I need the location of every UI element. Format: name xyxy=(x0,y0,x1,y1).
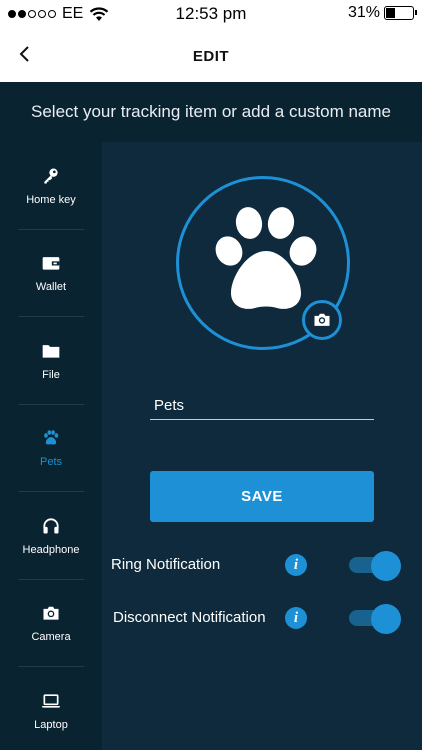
change-photo-button[interactable] xyxy=(302,300,342,340)
battery-status: 31% xyxy=(347,4,417,22)
item-name-input[interactable] xyxy=(150,392,374,420)
save-button[interactable]: SAVE xyxy=(150,471,374,522)
disconnect-notification-toggle[interactable] xyxy=(349,604,401,634)
sidebar-item-label: Headphone xyxy=(22,543,80,556)
camera-icon xyxy=(43,607,59,620)
disconnect-notification-row: Disconnect Notification i xyxy=(102,600,422,636)
headphone-icon xyxy=(43,518,59,534)
sidebar-item-home-key[interactable]: Home key xyxy=(0,142,102,230)
sidebar-item-laptop[interactable]: Laptop xyxy=(0,667,102,750)
nav-bar: EDIT xyxy=(0,30,422,82)
battery-percent: 31% xyxy=(347,4,380,21)
info-icon[interactable]: i xyxy=(285,554,307,576)
ring-notification-label: Ring Notification xyxy=(111,556,221,573)
sidebar-item-label: Laptop xyxy=(34,718,68,731)
camera-icon xyxy=(314,313,330,326)
laptop-icon xyxy=(41,694,61,708)
sidebar-item-label: Wallet xyxy=(35,281,67,294)
instruction-text: Select your tracking item or add a custo… xyxy=(0,82,422,142)
sidebar-item-label: File xyxy=(42,368,60,381)
sidebar-item-headphone[interactable]: Headphone xyxy=(0,492,102,580)
item-type-sidebar: Home key Wallet File Pets Headphone Came… xyxy=(0,142,102,750)
wallet-icon xyxy=(42,257,60,270)
info-icon[interactable]: i xyxy=(285,607,307,629)
sidebar-item-camera[interactable]: Camera xyxy=(0,580,102,668)
status-bar: EE 12:53 pm 31% xyxy=(0,0,422,30)
sidebar-item-file[interactable]: File xyxy=(0,317,102,405)
sidebar-item-label: Home key xyxy=(26,193,76,206)
key-icon xyxy=(44,168,58,184)
battery-icon xyxy=(384,6,417,20)
folder-icon xyxy=(42,344,60,358)
ring-notification-row: Ring Notification i xyxy=(102,547,422,583)
paw-icon xyxy=(215,207,317,309)
edit-panel: SAVE Ring Notification i Disconnect Noti… xyxy=(102,142,422,750)
disconnect-notification-label: Disconnect Notification xyxy=(113,609,266,626)
paw-icon xyxy=(44,430,59,445)
sidebar-item-label: Pets xyxy=(39,456,62,469)
sidebar-item-pets[interactable]: Pets xyxy=(0,405,102,493)
sidebar-item-label: Camera xyxy=(31,631,71,644)
page-title: EDIT xyxy=(192,48,230,65)
ring-notification-toggle[interactable] xyxy=(349,551,401,581)
sidebar-item-wallet[interactable]: Wallet xyxy=(0,230,102,318)
